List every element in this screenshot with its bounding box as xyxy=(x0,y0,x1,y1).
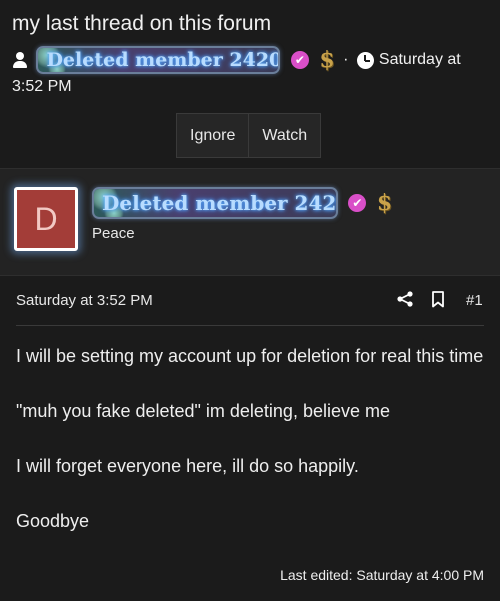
user-title: Peace xyxy=(92,225,135,242)
divider xyxy=(16,325,484,326)
post-user-bar: D Deleted member 2420 ✔ $ Peace xyxy=(0,168,500,276)
dollar-icon: $ xyxy=(376,190,393,216)
last-edited: Last edited: Saturday at 4:00 PM xyxy=(280,567,484,583)
dollar-icon: $ xyxy=(319,47,335,73)
post-date[interactable]: Saturday at 3:52 PM xyxy=(16,292,153,309)
post-paragraph: I will be setting my account up for dele… xyxy=(16,346,484,366)
author-name[interactable]: Deleted member 2420 xyxy=(46,49,278,71)
thread-meta: Deleted member 2420 ✔ $ · Saturday at 3:… xyxy=(12,46,488,100)
verified-badge-icon: ✔ xyxy=(348,194,367,212)
user-name-row: Deleted member 2420 ✔ $ xyxy=(92,187,392,219)
thread-actions: Ignore Watch xyxy=(176,113,322,158)
post-header: Saturday at 3:52 PM xyxy=(0,277,500,325)
share-icon[interactable] xyxy=(397,291,413,307)
user-name-badge[interactable]: Deleted member 2420 xyxy=(92,187,338,219)
avatar[interactable]: D xyxy=(14,187,78,251)
user-name[interactable]: Deleted member 2420 xyxy=(102,191,336,215)
post-paragraph: Goodbye xyxy=(16,511,90,531)
post-paragraph: I will forget everyone here, ill do so h… xyxy=(16,456,359,476)
post-body: I will be setting my account up for dele… xyxy=(16,342,488,562)
thread-title: my last thread on this forum xyxy=(12,12,272,35)
author-name-badge[interactable]: Deleted member 2420 xyxy=(36,46,281,74)
watch-button[interactable]: Watch xyxy=(248,114,320,157)
post-paragraph: "muh you fake deleted" im deleting, beli… xyxy=(16,401,390,421)
ignore-button[interactable]: Ignore xyxy=(177,114,248,157)
verified-badge-icon: ✔ xyxy=(290,51,309,69)
clock-icon xyxy=(356,51,374,69)
user-icon xyxy=(12,51,28,69)
meta-separator: · xyxy=(343,51,349,68)
post-number[interactable]: #1 xyxy=(466,292,483,309)
bookmark-icon[interactable] xyxy=(431,291,445,308)
